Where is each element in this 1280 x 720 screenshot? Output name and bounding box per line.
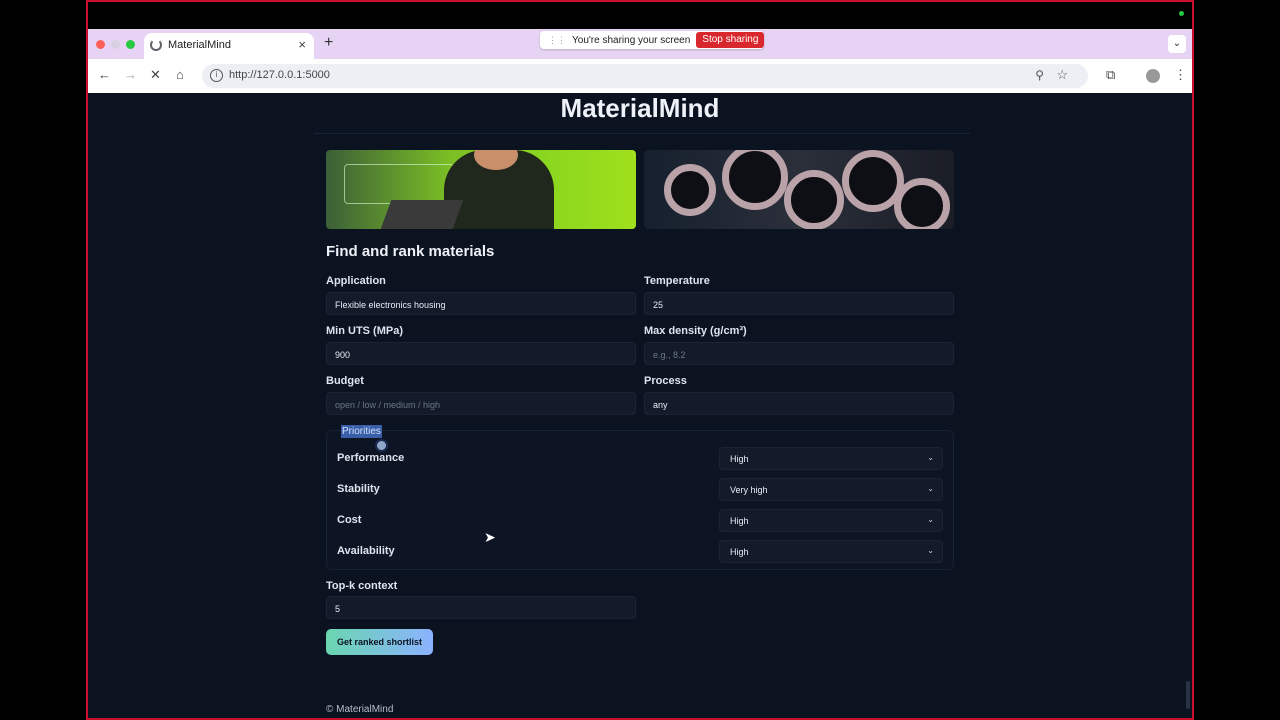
share-status-text: You're sharing your screen: [572, 34, 691, 46]
get-shortlist-button[interactable]: Get ranked shortlist: [326, 629, 433, 655]
max-density-label: Max density (g/cm³): [644, 325, 747, 337]
mouse-pointer-icon: ➤: [484, 529, 496, 545]
pipe-ring: [784, 170, 844, 229]
budget-input[interactable]: open / low / medium / high: [326, 392, 636, 415]
chevron-down-icon: ⌄: [927, 515, 934, 524]
browser-tab-bar: MaterialMind × + ⋮⋮ You're sharing your …: [88, 29, 1192, 59]
budget-label: Budget: [326, 375, 364, 387]
priorities-fieldset: Priorities Performance High ⌄ Stability …: [326, 425, 954, 570]
bookmark-star-icon[interactable]: ☆: [1056, 67, 1068, 83]
browser-menu-icon[interactable]: ⋮: [1174, 67, 1187, 83]
hero-image-engineer: [326, 150, 636, 229]
pipe-ring: [894, 178, 950, 229]
chevron-down-icon: ⌄: [927, 453, 934, 462]
zoom-icon[interactable]: ⚲: [1035, 68, 1044, 82]
browser-tab[interactable]: MaterialMind ×: [144, 33, 314, 59]
process-label: Process: [644, 375, 687, 387]
back-arrow-icon[interactable]: ←: [98, 67, 111, 82]
browser-toolbar: ← → ✕ ⌂ i http://127.0.0.1:5000 ⚲ ☆ ⧉ ⋮: [88, 59, 1192, 93]
stop-sharing-button[interactable]: Stop sharing: [696, 32, 765, 48]
priority-label: Performance: [337, 452, 405, 464]
priority-row-stability: Stability Very high ⌄: [337, 478, 943, 501]
profile-avatar[interactable]: [1146, 69, 1160, 83]
scrollbar-thumb[interactable]: [1186, 681, 1190, 709]
recording-indicator: [1179, 11, 1184, 16]
web-page: MaterialMind Find and rank materials App…: [88, 93, 1192, 718]
drag-handle-icon[interactable]: ⋮⋮: [548, 35, 566, 46]
window-zoom-button[interactable]: [126, 40, 135, 49]
url-text[interactable]: http://127.0.0.1:5000: [229, 69, 330, 81]
priority-row-performance: Performance High ⌄: [337, 447, 943, 470]
site-info-icon[interactable]: i: [210, 69, 223, 82]
pipe-ring: [664, 164, 716, 216]
performance-select[interactable]: High ⌄: [719, 447, 943, 470]
priority-row-availability: Availability High ⌄: [337, 540, 943, 563]
header-divider: [314, 133, 970, 134]
priority-label: Stability: [337, 483, 380, 495]
priorities-legend: Priorities: [341, 425, 382, 438]
new-tab-button[interactable]: +: [324, 34, 333, 52]
pipe-ring: [722, 150, 788, 210]
stop-loading-icon[interactable]: ✕: [150, 67, 161, 83]
form-heading: Find and rank materials: [326, 243, 495, 260]
window-close-button[interactable]: [96, 40, 105, 49]
loading-spinner-icon: [150, 39, 162, 51]
chevron-down-icon: ⌄: [927, 546, 934, 555]
hero-image-pipes: [644, 150, 954, 229]
min-uts-input[interactable]: 900: [326, 342, 636, 365]
application-label: Application: [326, 275, 386, 287]
priority-label: Availability: [337, 545, 395, 557]
screen-top-strip: [88, 2, 1192, 29]
screen-frame: MaterialMind × + ⋮⋮ You're sharing your …: [86, 0, 1194, 720]
select-value: High: [730, 454, 749, 464]
address-bar[interactable]: i http://127.0.0.1:5000 ⚲ ☆: [202, 64, 1088, 88]
forward-arrow-icon[interactable]: →: [124, 67, 137, 82]
select-value: High: [730, 516, 749, 526]
extensions-puzzle-icon[interactable]: ⧉: [1106, 67, 1115, 83]
tab-close-icon[interactable]: ×: [298, 37, 306, 52]
screen-share-bar: ⋮⋮ You're sharing your screen Stop shari…: [540, 31, 765, 49]
topk-input[interactable]: 5: [326, 596, 636, 619]
select-value: Very high: [730, 485, 768, 495]
cost-select[interactable]: High ⌄: [719, 509, 943, 532]
chevron-down-icon: ⌄: [927, 484, 934, 493]
home-icon[interactable]: ⌂: [176, 67, 184, 82]
tab-title: MaterialMind: [168, 39, 231, 51]
availability-select[interactable]: High ⌄: [719, 540, 943, 563]
priority-label: Cost: [337, 514, 362, 526]
select-value: High: [730, 547, 749, 557]
footer-copyright: © MaterialMind: [326, 704, 394, 715]
hologram-graphic: [344, 164, 454, 204]
temperature-input[interactable]: 25: [644, 292, 954, 315]
window-minimize-button[interactable]: [111, 40, 120, 49]
tab-search-chevron-icon[interactable]: ⌄: [1168, 35, 1186, 53]
topk-label: Top-k context: [326, 580, 398, 592]
stability-select[interactable]: Very high ⌄: [719, 478, 943, 501]
priority-row-cost: Cost High ⌄: [337, 509, 943, 532]
process-input[interactable]: any: [644, 392, 954, 415]
max-density-input[interactable]: e.g., 8.2: [644, 342, 954, 365]
application-input[interactable]: Flexible electronics housing: [326, 292, 636, 315]
laptop-graphic: [380, 200, 464, 229]
min-uts-label: Min UTS (MPa): [326, 325, 403, 337]
site-brand: MaterialMind: [560, 93, 720, 123]
temperature-label: Temperature: [644, 275, 710, 287]
